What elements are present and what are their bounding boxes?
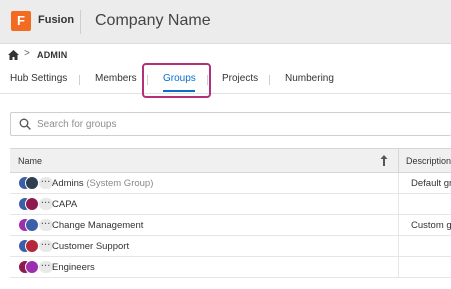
table-row[interactable]: ··· Change Management Custom group bbox=[10, 215, 451, 236]
avatar bbox=[25, 218, 39, 232]
table-header: Name Description bbox=[10, 148, 451, 173]
group-name[interactable]: Customer Support bbox=[52, 241, 129, 252]
sort-ascending-icon[interactable] bbox=[380, 155, 388, 166]
avatar bbox=[25, 239, 39, 253]
system-group-label: (System Group) bbox=[86, 178, 154, 189]
search-icon bbox=[19, 118, 31, 130]
column-divider[interactable] bbox=[398, 149, 399, 173]
company-name: Company Name bbox=[95, 12, 211, 29]
column-divider bbox=[398, 215, 399, 236]
column-divider bbox=[398, 236, 399, 257]
column-header-description[interactable]: Description bbox=[406, 156, 451, 166]
breadcrumb-admin[interactable]: ADMIN bbox=[37, 50, 68, 60]
group-search bbox=[10, 112, 451, 136]
app-name: Fusion bbox=[38, 14, 75, 26]
avatar bbox=[25, 176, 39, 190]
tab-divider bbox=[147, 75, 148, 85]
header-divider bbox=[80, 10, 81, 34]
tab-hub-settings[interactable]: Hub Settings bbox=[10, 73, 67, 84]
table-row[interactable]: ··· CAPA bbox=[10, 194, 451, 215]
member-avatars[interactable]: ··· bbox=[18, 176, 54, 191]
column-divider bbox=[398, 173, 399, 194]
tab-numbering[interactable]: Numbering bbox=[285, 73, 334, 84]
home-icon[interactable] bbox=[8, 50, 19, 60]
member-avatars[interactable]: ··· bbox=[18, 197, 54, 212]
table-row[interactable]: ··· Customer Support bbox=[10, 236, 451, 257]
tab-members[interactable]: Members bbox=[95, 73, 137, 84]
search-input[interactable] bbox=[37, 116, 437, 132]
table-row[interactable]: ··· Admins (System Group) Default group bbox=[10, 173, 451, 194]
member-avatars[interactable]: ··· bbox=[18, 260, 54, 275]
column-divider bbox=[398, 257, 399, 278]
member-avatars[interactable]: ··· bbox=[18, 218, 54, 233]
group-name[interactable]: Admins (System Group) bbox=[52, 178, 153, 189]
active-tab-indicator bbox=[163, 90, 195, 92]
group-name[interactable]: Change Management bbox=[52, 220, 143, 231]
breadcrumb: > ADMIN bbox=[0, 44, 451, 66]
column-divider bbox=[398, 194, 399, 215]
breadcrumb-separator: > bbox=[24, 48, 30, 59]
column-header-name[interactable]: Name bbox=[18, 156, 42, 166]
group-description: Default group bbox=[411, 178, 451, 189]
tab-divider bbox=[207, 75, 208, 85]
tab-groups[interactable]: Groups bbox=[163, 73, 196, 84]
group-description: Custom group bbox=[411, 220, 451, 231]
fusion-logo[interactable]: F bbox=[11, 11, 31, 31]
avatar bbox=[25, 260, 39, 274]
group-name[interactable]: Engineers bbox=[52, 262, 95, 273]
tab-divider bbox=[269, 75, 270, 85]
group-name[interactable]: CAPA bbox=[52, 199, 77, 210]
admin-tabs: Hub Settings Members Groups Projects Num… bbox=[0, 66, 451, 94]
tab-divider bbox=[79, 75, 80, 85]
app-header: F Fusion Company Name bbox=[0, 0, 451, 44]
table-row[interactable]: ··· Engineers bbox=[10, 257, 451, 278]
member-avatars[interactable]: ··· bbox=[18, 239, 54, 254]
avatar bbox=[25, 197, 39, 211]
tab-projects[interactable]: Projects bbox=[222, 73, 258, 84]
